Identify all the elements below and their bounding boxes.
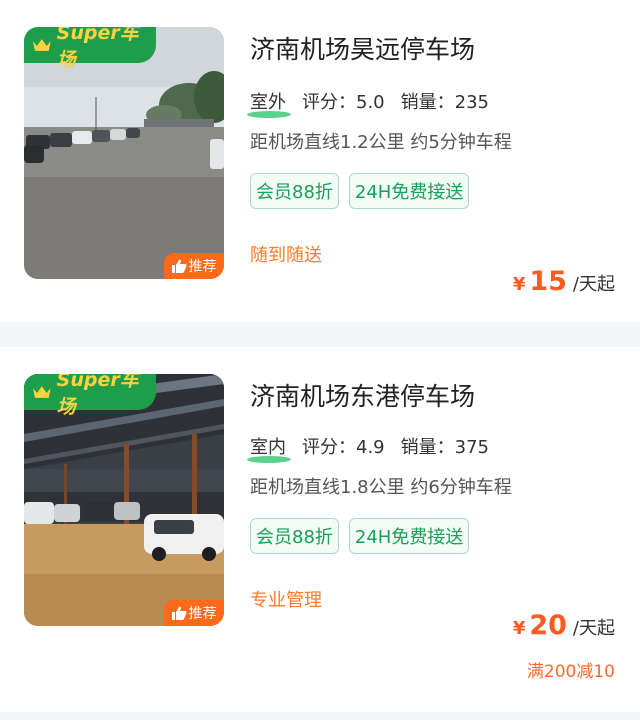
price-value: 15 [529,266,567,297]
price-block: ¥ 15 /天起 [513,266,615,297]
parking-lot-photo[interactable]: Super车场 推荐 [24,374,224,626]
thumbs-up-icon [171,606,186,620]
recommend-label: 推荐 [188,259,217,275]
member-discount-tag: 会员88折 [250,518,339,554]
member-discount-tag: 会员88折 [250,173,339,209]
thumbs-up-icon [171,259,186,273]
currency-symbol: ¥ [512,618,526,639]
distance-text: 距机场直线1.8公里 约6分钟车程 [250,477,512,498]
lot-type-tag: 室内 [246,433,292,463]
parking-listing-card[interactable]: Super车场 推荐 济南机场东港停车场 室内 评分：4.9 销量：375 距机… [0,347,640,712]
feature-text: 随到随送 [250,245,322,266]
service-tags: 会员88折 24H免费接送 [250,518,470,554]
recommend-badge: 推荐 [164,600,224,626]
sales-text: 销量：375 [400,437,489,458]
super-lot-badge: Super车场 [24,27,156,71]
recommend-label: 推荐 [188,606,217,622]
rating-text: 评分：4.9 [302,437,385,458]
parking-lot-name[interactable]: 济南机场昊远停车场 [250,30,475,66]
shuttle-service-tag: 24H免费接送 [348,518,470,554]
rating-text: 评分：5.0 [302,92,385,113]
parking-lot-name[interactable]: 济南机场东港停车场 [250,377,475,413]
lot-meta-row: 室内 评分：4.9 销量：375 [246,433,489,463]
lot-meta-row: 室外 评分：5.0 销量：235 [246,88,489,118]
super-lot-badge: Super车场 [24,374,156,418]
lot-type-tag: 室外 [246,88,292,118]
price-block: ¥ 20 /天起 [513,610,615,641]
parking-lot-photo[interactable]: Super车场 推荐 [24,27,224,279]
price-unit: /天起 [572,618,615,639]
distance-text: 距机场直线1.2公里 约5分钟车程 [250,132,512,153]
crown-icon [32,39,51,51]
currency-symbol: ¥ [512,274,526,295]
feature-text: 专业管理 [250,590,322,611]
shuttle-service-tag: 24H免费接送 [348,173,470,209]
recommend-badge: 推荐 [164,253,224,279]
price-unit: /天起 [572,274,615,295]
crown-icon [32,386,51,398]
super-lot-label: Super车场 [56,374,139,418]
sales-text: 销量：235 [400,92,489,113]
super-lot-label: Super车场 [56,27,139,71]
service-tags: 会员88折 24H免费接送 [250,173,470,209]
parking-listing-card[interactable]: Super车场 推荐 济南机场昊远停车场 室外 评分：5.0 销量：235 距机… [0,0,640,322]
discount-text: 满200减10 [526,662,615,682]
price-value: 20 [529,610,567,641]
